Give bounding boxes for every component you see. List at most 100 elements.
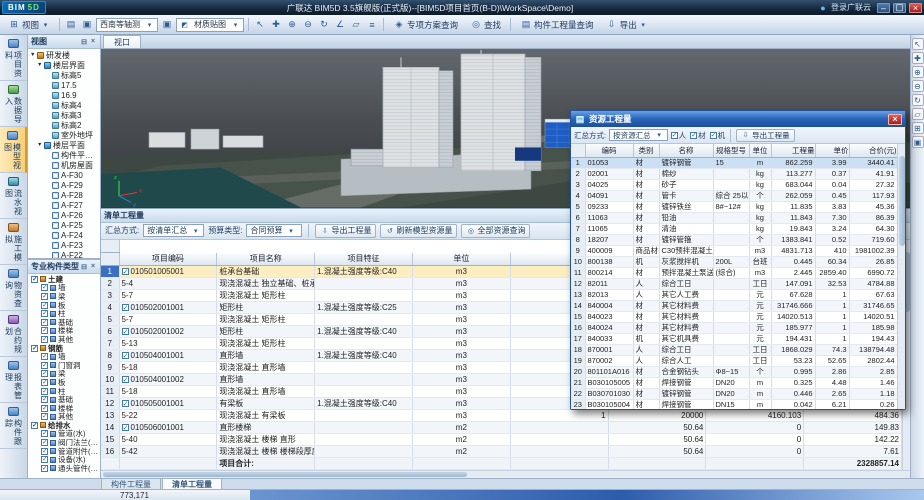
tree-node[interactable]: A-F29 (28, 180, 100, 190)
axon-view-select[interactable]: 西南等轴测 (96, 18, 158, 32)
quantity-row[interactable]: 13 5-22 现浇混凝土 有梁板 m3 1 20000 4160.103 48… (101, 410, 902, 422)
type-checkbox[interactable] (41, 284, 48, 291)
tree-node[interactable]: A-F27 (28, 200, 100, 210)
resource-filter-checkbox[interactable]: 人 (671, 130, 687, 141)
tree-node[interactable]: A-F28 (28, 190, 100, 200)
viewport-tool-button[interactable] (912, 66, 924, 78)
tree-node[interactable]: ▼ 楼层界面 (28, 60, 100, 70)
type-checkbox[interactable] (41, 327, 48, 334)
expand-arrow-icon[interactable]: ▼ (37, 142, 44, 148)
zoom-out-button[interactable] (301, 18, 315, 32)
viewport-tool-button[interactable] (912, 80, 924, 92)
row-checkbox[interactable] (122, 376, 129, 383)
resource-row[interactable]: 12 82011 人 综合工日 工日 147.091 32.53 4784.88 (571, 278, 897, 289)
row-checkbox[interactable] (122, 328, 129, 335)
component-quantity-query-button[interactable]: 构件工程量查询 (515, 17, 599, 33)
col-category[interactable]: 类别 (633, 144, 659, 157)
resource-row[interactable]: 21 B030105005 材 焊接钢管 DN20 m 0.325 4.48 1… (571, 377, 897, 388)
viewport-tool-button[interactable] (912, 38, 924, 50)
scrollbar-thumb[interactable] (899, 156, 905, 246)
special-plan-query-button[interactable]: 专项方案查询 (388, 17, 463, 33)
resource-row[interactable]: 23 B030105004 材 焊接钢管 DN15 m 0.042 6.21 0… (571, 399, 897, 409)
row-checkbox[interactable] (122, 352, 129, 359)
resource-row[interactable]: 10 800138 机 灰浆搅拌机 200L 台班 0.445 60.34 26… (571, 256, 897, 267)
camera-button[interactable] (160, 18, 174, 32)
vertical-scrollbar[interactable] (897, 144, 905, 409)
tree-node[interactable]: A-F26 (28, 210, 100, 220)
tree-node[interactable]: A-F22 (28, 250, 100, 258)
resource-row[interactable]: 3 04025 材 砂子 kg 683.044 0.04 27.32 (571, 179, 897, 190)
col-spec[interactable]: 规格型号 (713, 144, 749, 157)
column-header-index[interactable] (101, 240, 119, 253)
resource-filter-checkbox[interactable]: 材 (690, 130, 706, 141)
nav-item[interactable]: 流水视图 (0, 173, 27, 219)
type-node[interactable]: 通头管件(水) (28, 464, 100, 473)
type-checkbox[interactable] (41, 430, 48, 437)
export-button[interactable]: 导出 (601, 17, 653, 33)
resource-row[interactable]: 7 11065 材 清油 kg 19.843 3.24 64.30 (571, 223, 897, 234)
pin-icon[interactable] (80, 38, 88, 46)
resource-row[interactable]: 22 B030701030 材 镀锌钢管 DN20 m 0.446 2.65 1… (571, 388, 897, 399)
resource-row[interactable]: 19 870002 人 综合人工 工日 53.23 52.65 2802.44 (571, 355, 897, 366)
nav-item[interactable]: 合约规划 (0, 311, 27, 357)
col-unit[interactable]: 单位 (412, 253, 510, 266)
resource-window-close-button[interactable] (888, 114, 902, 125)
resource-summary-select[interactable]: 按资源汇总 (609, 129, 668, 141)
section-tool-button[interactable] (349, 18, 363, 32)
close-icon[interactable] (89, 38, 97, 46)
dock-tab[interactable]: 清单工程量 (162, 478, 222, 489)
resource-row[interactable]: 13 82013 人 其它人工费 元 67.628 1 67.63 (571, 289, 897, 300)
viewport-tool-button[interactable] (912, 136, 924, 148)
close-icon[interactable] (89, 263, 97, 271)
resource-export-button[interactable]: 导出工程量 (736, 129, 795, 142)
find-button[interactable]: 查找 (465, 17, 506, 33)
select-tool-button[interactable] (253, 18, 267, 32)
col-name[interactable]: 名称 (659, 144, 713, 157)
tree-node[interactable]: 16.9 (28, 90, 100, 100)
nav-item[interactable]: 物资查询 (0, 265, 27, 311)
row-checkbox[interactable] (122, 424, 129, 431)
nav-item[interactable]: 施工模拟 (0, 219, 27, 265)
resource-row[interactable]: 2 02001 材 棉纱 kg 113.277 0.37 41.91 (571, 168, 897, 179)
col-price[interactable]: 单价 (815, 144, 849, 157)
resource-row[interactable]: 11 800214 材 预拌混凝土泵送费 (综合) m3 2.445 2859.… (571, 267, 897, 278)
tree-node[interactable]: 标高4 (28, 100, 100, 110)
list-tool-button[interactable] (365, 18, 379, 32)
refresh-model-resource-button[interactable]: 刷新模型资源量 (380, 224, 457, 238)
col-item-feature[interactable]: 项目特征 (315, 253, 413, 266)
minimize-button[interactable] (877, 3, 890, 13)
type-checkbox[interactable] (41, 396, 48, 403)
view-menu-button[interactable]: 视图 (3, 17, 55, 33)
col-item-code[interactable]: 项目编码 (119, 253, 217, 266)
maximize-button[interactable] (893, 3, 906, 13)
type-checkbox[interactable] (41, 336, 48, 343)
query-all-resource-button[interactable]: 全部资源查询 (461, 224, 530, 238)
type-checkbox[interactable] (31, 422, 38, 429)
expand-arrow-icon[interactable]: ▼ (37, 62, 44, 68)
resource-window-titlebar[interactable]: 资源工程量 (571, 111, 905, 127)
resource-row[interactable]: 8 18207 材 镀锌管箍 个 1383.841 0.52 719.60 (571, 234, 897, 245)
row-checkbox[interactable] (122, 268, 129, 275)
type-checkbox[interactable] (41, 353, 48, 360)
viewport-tool-button[interactable] (912, 122, 924, 134)
horizontal-scrollbar[interactable] (101, 470, 910, 478)
resource-row[interactable]: 20 801101A016 材 合金钢钻头 Φ8~15 个 0.995 2.86… (571, 366, 897, 377)
viewport-tool-button[interactable] (912, 52, 924, 64)
tree-node[interactable]: 室外地坪 (28, 130, 100, 140)
resource-row[interactable]: 14 840004 材 其它材料费 元 31746.666 1 31746.65 (571, 300, 897, 311)
tree-node[interactable]: 构件平面图 (28, 150, 100, 160)
type-checkbox[interactable] (41, 439, 48, 446)
type-checkbox[interactable] (41, 413, 48, 420)
quantity-row[interactable]: 16 5-42 现浇混凝土 楼梯 楼梯段厚度每增加10mm m2 50.64 0… (101, 446, 902, 458)
login-button[interactable]: 登录广联云 (814, 2, 874, 14)
type-checkbox[interactable] (41, 379, 48, 386)
type-checkbox[interactable] (31, 345, 38, 352)
resource-row[interactable]: 5 09233 材 镀锌铁丝 8#~12# kg 11.835 3.83 45.… (571, 201, 897, 212)
layout-grid-button[interactable] (64, 18, 78, 32)
export-quantity-button[interactable]: 导出工程量 (315, 224, 376, 238)
viewport-tool-button[interactable] (912, 108, 924, 120)
row-checkbox[interactable] (122, 400, 129, 407)
row-checkbox[interactable] (122, 304, 129, 311)
tree-node[interactable]: ▼ 研发楼 (28, 50, 100, 60)
orbit-tool-button[interactable] (317, 18, 331, 32)
